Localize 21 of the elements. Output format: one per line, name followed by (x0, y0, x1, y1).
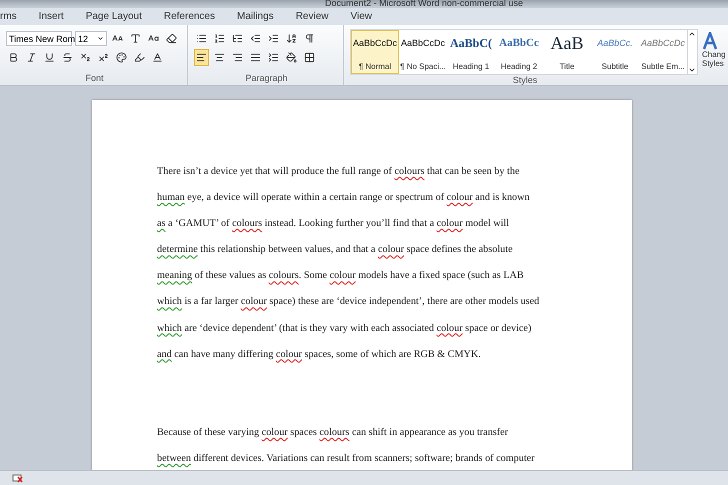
ribbon-tab[interactable]: References (152, 9, 226, 24)
ribbon-tab[interactable]: Mailings (226, 9, 285, 24)
body-paragraph: Because of these varying colour spaces colours can shift in appearance as you transfer between different devices. Variations can result from scanners; software; brands of computer (157, 426, 536, 466)
align-icon[interactable] (194, 49, 209, 66)
style-item[interactable]: AaBbCcDc ¶ Normal (351, 30, 399, 74)
scroll-up-icon[interactable] (688, 30, 696, 38)
proofing-icon (12, 474, 23, 482)
ribbon-tab[interactable]: View (339, 9, 383, 24)
group-label: Paragraph (244, 73, 289, 83)
change-styles-icon (702, 32, 718, 50)
font-size-field[interactable]: 12 (75, 31, 107, 46)
group-label: Styles (512, 75, 538, 85)
ribbon-tab[interactable]: Insert (28, 9, 75, 24)
font-name-field[interactable]: Times New Rom (6, 31, 72, 46)
ribbon-tab[interactable]: rms (0, 9, 28, 24)
ribbon-tab[interactable]: Page Layout (74, 9, 153, 24)
group-label: Font (84, 73, 104, 83)
ribbon-tab[interactable]: Review (284, 9, 340, 24)
scroll-down-icon[interactable] (688, 66, 696, 74)
body-paragraph: There isn’t a device yet that will produce the full range of colours that can be seen by the human eye, a device will operate within a certain range or spectrum of colour and is known as a ‘GAMUT’ of colours instead. Looking further you’ll find that a colour model will determine this relationship between values, and that a colour space defines the absolute meaning of these values as colours. Some colour models have a fixed space (such as LAB which is a far larger colour space) these are ‘device independent’, there are other models used which are ‘device dependent’ (that is they vary with each associated colour space or device) and can have many differing colour spaces, some of which are RGB & CMYK. (157, 165, 540, 362)
change-styles-button[interactable]: Chang Styles (698, 29, 726, 75)
